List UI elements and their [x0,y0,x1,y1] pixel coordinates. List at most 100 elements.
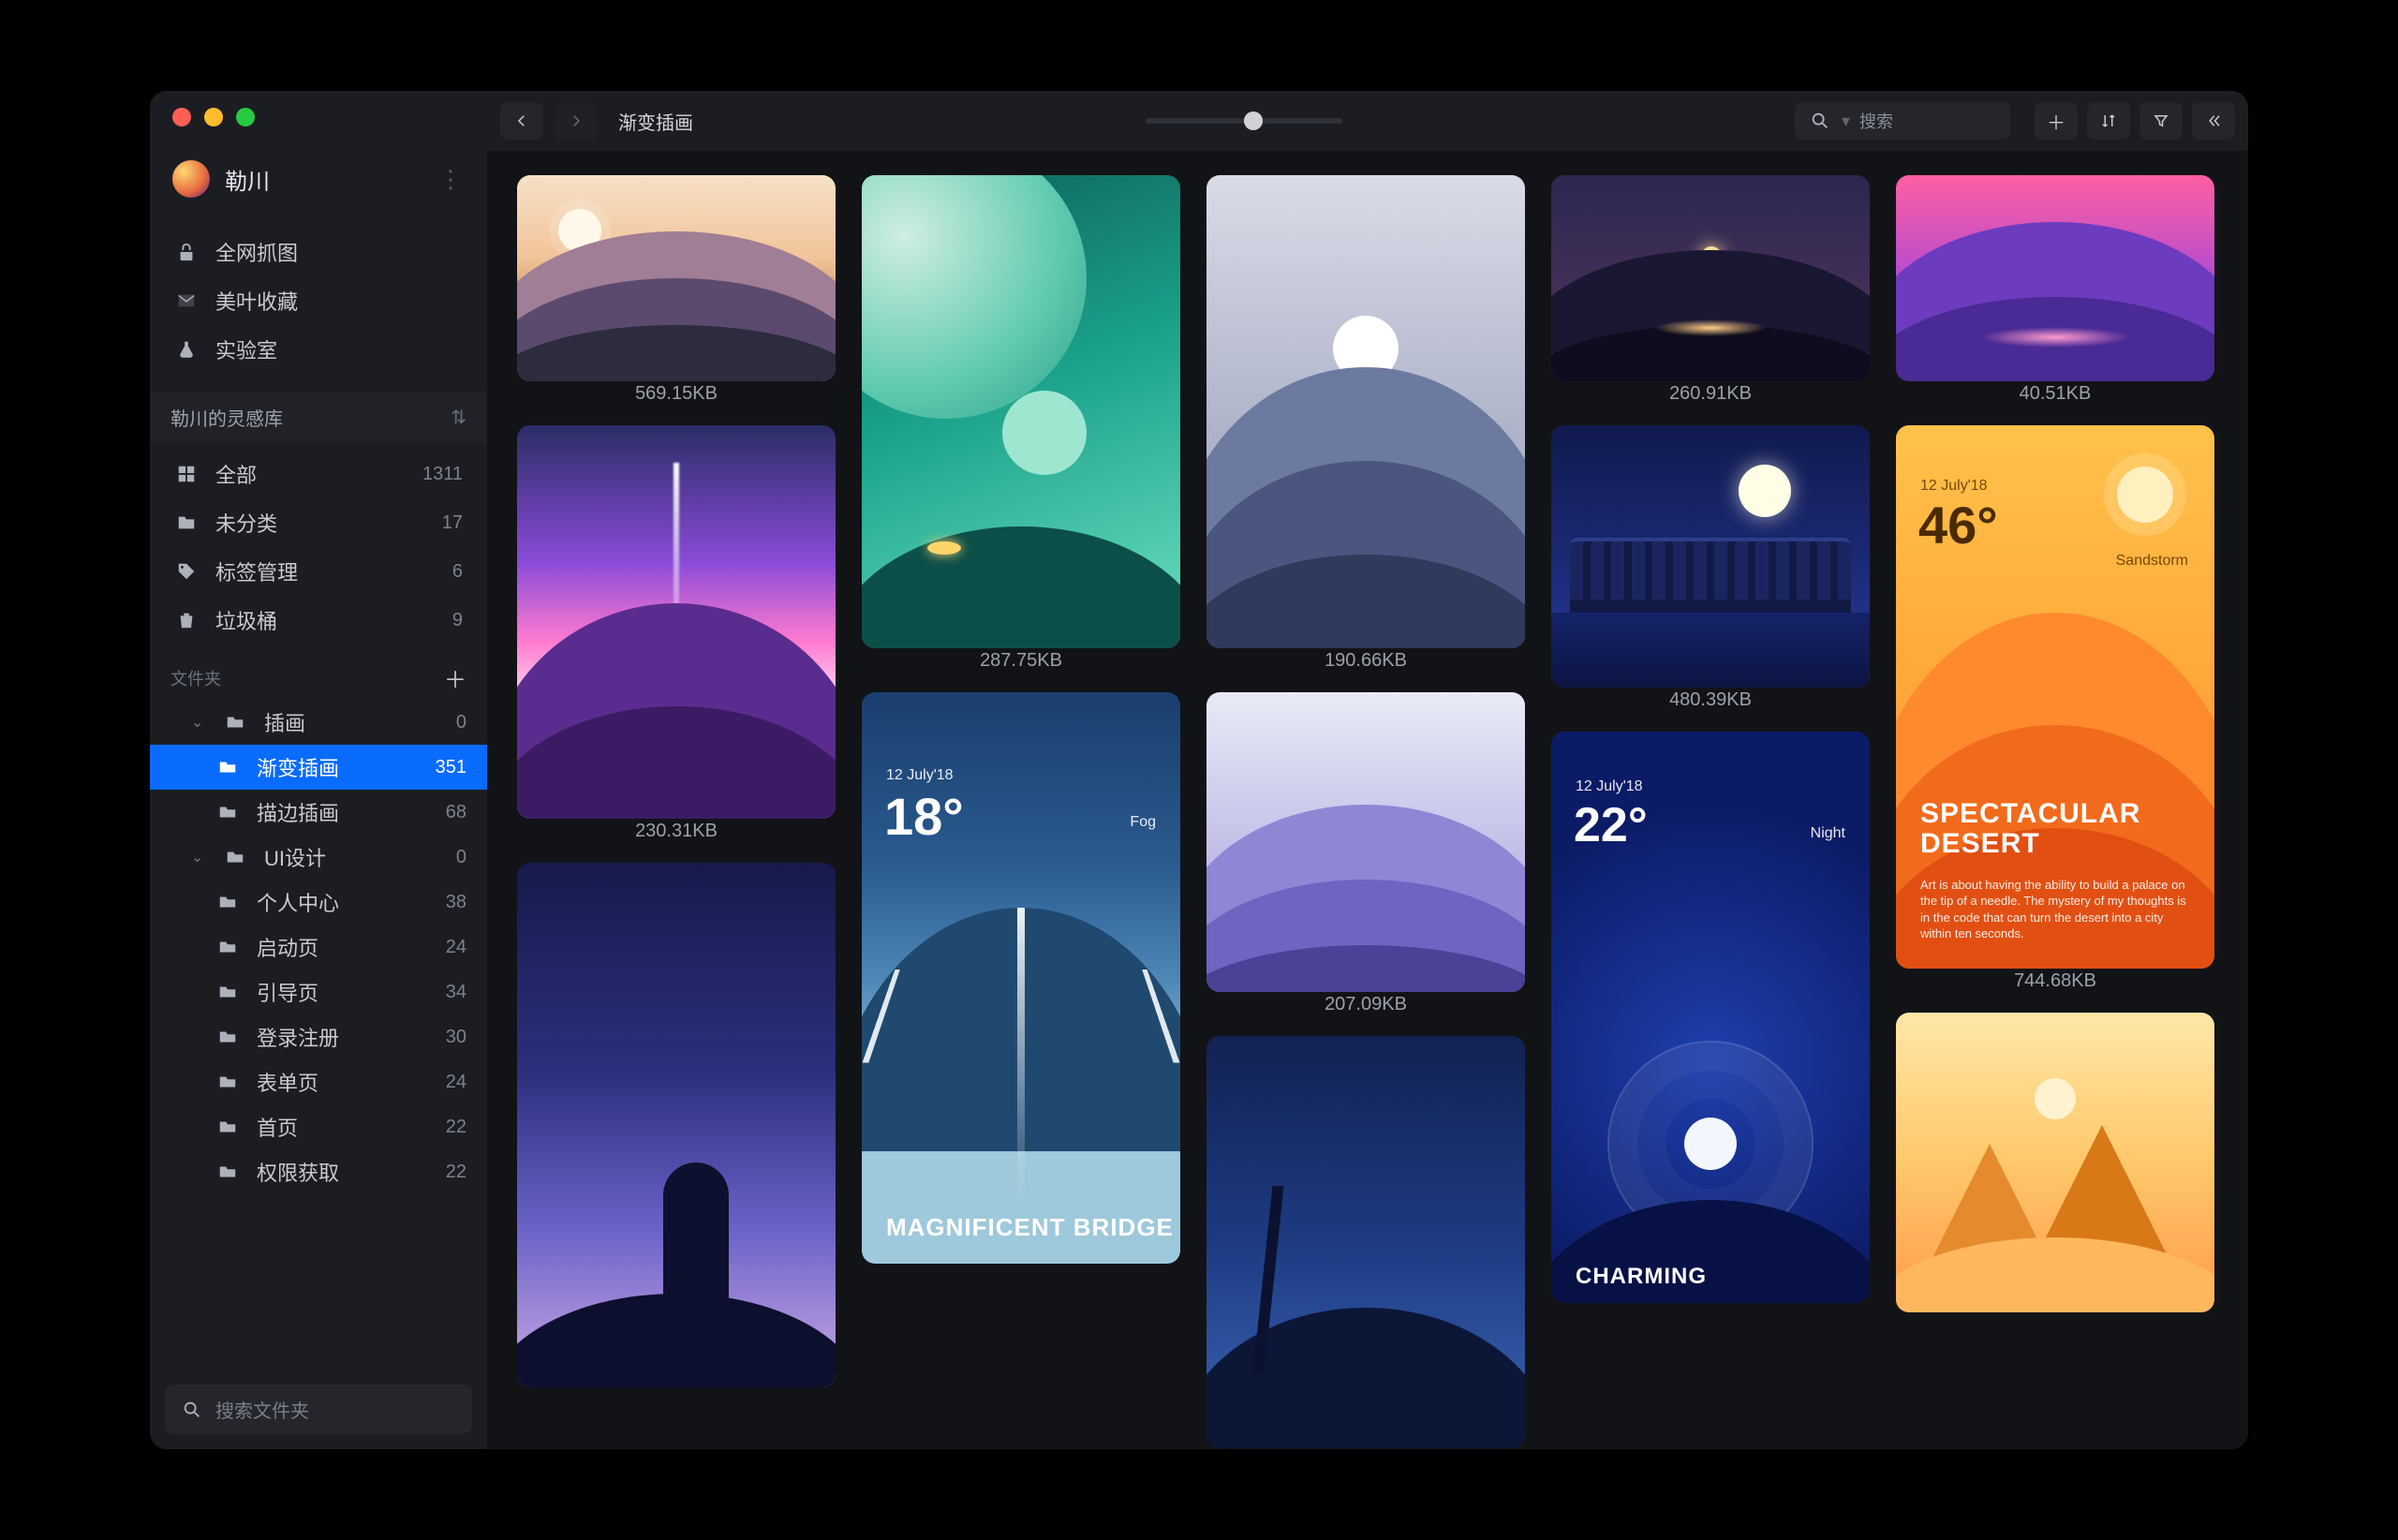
folder-item[interactable]: 引导页34 [150,970,487,1014]
trash-icon [174,608,199,632]
card-date: 12 July'18 [1920,478,1988,495]
thumbnail-card[interactable] [1551,175,1870,381]
thumbnail-card[interactable] [1206,1036,1525,1448]
back-button[interactable] [500,102,543,140]
folder-icon [215,980,240,1004]
forward-button[interactable] [555,102,598,140]
thumbnail-caption: 230.31KB [517,819,836,842]
thumbnail-caption: 40.51KB [1896,381,2214,405]
folder-icon [215,755,240,779]
maximize-window-button[interactable] [236,108,255,126]
thumbnail-caption: 190.66KB [1206,648,1525,672]
library-switcher[interactable]: 勒川的灵感库 ⇅ [150,392,487,442]
collapse-panel-button[interactable] [2192,102,2235,140]
card-body: Art is about having the ability to build… [1920,877,2190,942]
folder-label: UI设计 [264,842,326,872]
folder-count: 0 [456,847,466,868]
sort-button[interactable] [2087,102,2130,140]
card-title: MAGNIFICENT BRIDGE [886,1214,1174,1241]
folder-icon [174,511,199,535]
folder-item[interactable]: 渐变插画351 [150,745,487,790]
search-input[interactable]: ▾ 搜索 [1795,102,2010,140]
lib-tags[interactable]: 标签管理 6 [150,547,487,596]
lib-label: 标签管理 [215,556,298,586]
nav-favorites[interactable]: 美叶收藏 [150,276,487,325]
thumbnail-size-slider[interactable] [1146,118,1342,124]
lib-all[interactable]: 全部 1311 [150,450,487,498]
card-cond: Fog [1130,814,1156,831]
user-more-icon[interactable]: ⋮ [438,165,465,194]
tag-icon [174,559,199,584]
folder-item[interactable]: 描边插画68 [150,790,487,835]
grab-icon [174,240,199,264]
folder-item[interactable]: ⌄UI设计0 [150,835,487,880]
add-folder-button[interactable]: ＋ [444,661,466,694]
nav-label: 全网抓图 [215,237,298,267]
folder-label: 首页 [257,1112,298,1142]
thumbnail-card[interactable] [1896,175,2214,381]
user-row[interactable]: 勒川 ⋮ [150,143,487,222]
folder-label: 渐变插画 [257,752,339,782]
lib-label: 垃圾桶 [215,605,277,635]
thumbnail-card[interactable] [1206,175,1525,648]
close-window-button[interactable] [172,108,191,126]
breadcrumb: 渐变插画 [618,108,693,135]
folder-count: 24 [446,937,466,958]
nav-lab[interactable]: 实验室 [150,325,487,374]
lib-trash[interactable]: 垃圾桶 9 [150,596,487,644]
thumbnail-card[interactable]: 12 July'18 18° Fog MAGNIFICENT BRIDGE [862,692,1180,1264]
nav-block: 全网抓图 美叶收藏 实验室 [150,222,487,392]
updown-icon: ⇅ [451,406,466,429]
window-controls [150,91,487,143]
sidebar-search[interactable]: 搜索文件夹 [165,1385,472,1434]
card-title: CHARMING [1576,1264,1707,1290]
thumbnail-card[interactable] [1551,425,1870,688]
thumbnail-card[interactable] [862,175,1180,648]
search-placeholder: 搜索 [1859,109,1893,133]
thumbnail-card[interactable] [517,425,836,819]
thumbnail-caption: 260.91KB [1551,381,1870,405]
folder-icon [215,1160,240,1184]
folder-label: 登录注册 [257,1022,339,1052]
folder-icon [215,890,240,914]
add-button[interactable]: ＋ [2035,102,2078,140]
thumbnail-card[interactable] [1206,692,1525,992]
thumbnail-card[interactable] [517,863,836,1387]
folder-icon [223,710,247,734]
folder-label: 引导页 [257,977,318,1007]
lib-uncategorized[interactable]: 未分类 17 [150,498,487,547]
card-title: SPECTACULAR DESERT [1920,799,2214,858]
folder-item[interactable]: 表单页24 [150,1059,487,1104]
lib-label: 未分类 [215,508,277,538]
folder-label: 描边插画 [257,797,339,827]
folder-icon [215,800,240,824]
lib-count: 17 [442,512,463,534]
thumbnail-caption: 287.75KB [862,648,1180,672]
folder-item[interactable]: 首页22 [150,1104,487,1149]
folder-item[interactable]: ⌄插画0 [150,700,487,745]
app-window: 勒川 ⋮ 全网抓图 美叶收藏 实验室 勒川的灵感库 ⇅ [150,91,2248,1449]
folder-item[interactable]: 权限获取22 [150,1149,487,1194]
folder-item[interactable]: 个人中心38 [150,880,487,925]
thumbnail-card[interactable]: 12 July'18 46° Sandstorm SPECTACULAR DES… [1896,425,2214,969]
filter-button[interactable] [2139,102,2183,140]
card-cond: Sandstorm [2116,553,2188,570]
slider-knob[interactable] [1244,111,1263,130]
lib-count: 1311 [422,464,463,485]
lib-count: 6 [452,561,463,583]
flask-icon [174,337,199,362]
thumbnail-card[interactable] [517,175,836,381]
thumbnail-card[interactable]: 12 July'18 22° Night CHARMING [1551,732,1870,1303]
nav-capture[interactable]: 全网抓图 [150,228,487,276]
folder-item[interactable]: 启动页24 [150,925,487,970]
card-temp: 18° [884,786,964,847]
lib-label: 全部 [215,459,257,489]
folder-count: 0 [456,712,466,733]
minimize-window-button[interactable] [204,108,223,126]
thumbnail-card[interactable] [1896,1013,2214,1312]
folder-icon [215,1115,240,1139]
folders-header-label: 文件夹 [170,666,221,690]
folder-item[interactable]: 登录注册30 [150,1014,487,1059]
card-temp: 46° [1918,495,1998,555]
sidebar: 勒川 ⋮ 全网抓图 美叶收藏 实验室 勒川的灵感库 ⇅ [150,91,487,1449]
